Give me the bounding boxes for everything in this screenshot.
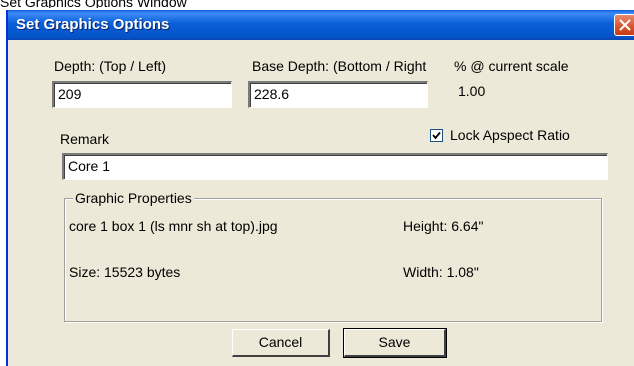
title-bar[interactable]: Set Graphics Options: [8, 10, 634, 40]
scale-value: 1.00: [458, 83, 486, 99]
graphic-filename: core 1 box 1 (ls mnr sh at top).jpg: [69, 218, 278, 234]
lock-aspect-label[interactable]: Lock Apspect Ratio: [450, 127, 570, 143]
remark-label: Remark: [60, 131, 110, 147]
close-icon: [619, 19, 631, 31]
depth-top-input[interactable]: 209: [52, 81, 232, 108]
graphic-properties-group: Graphic Properties core 1 box 1 (ls mnr …: [64, 190, 602, 322]
lock-aspect-checkbox[interactable]: [430, 129, 443, 142]
remark-input[interactable]: Core 1: [62, 153, 608, 180]
graphic-width: Width: 1.08": [403, 264, 479, 280]
set-graphics-options-dialog: Set Graphics Options Depth: (Top / Left)…: [6, 10, 634, 366]
close-button[interactable]: [614, 14, 634, 36]
cancel-button[interactable]: Cancel: [232, 329, 330, 357]
group-legend: Graphic Properties: [73, 190, 194, 206]
scale-label: % @ current scale: [454, 58, 569, 74]
graphic-height: Height: 6.64": [403, 218, 484, 234]
checkmark-icon: [432, 131, 441, 140]
caption-above-window: Set Graphics Options Window: [0, 0, 187, 8]
window-title: Set Graphics Options: [16, 16, 170, 33]
base-depth-label: Base Depth: (Bottom / Right: [252, 58, 427, 74]
save-button[interactable]: Save: [343, 328, 447, 358]
depth-top-label: Depth: (Top / Left): [54, 58, 167, 74]
base-depth-input[interactable]: 228.6: [248, 81, 428, 108]
graphic-size: Size: 15523 bytes: [69, 264, 181, 280]
